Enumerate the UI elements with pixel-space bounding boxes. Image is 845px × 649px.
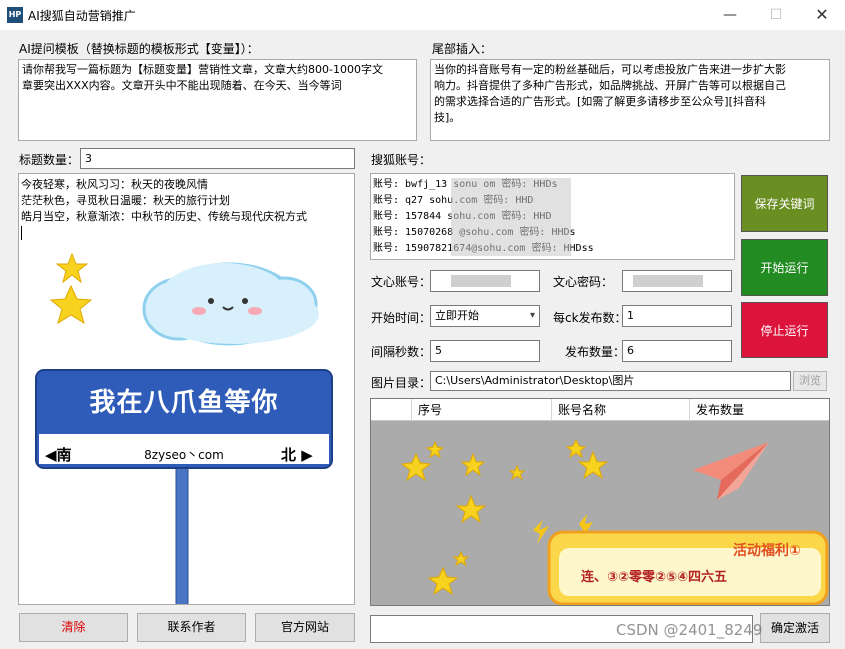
close-button[interactable]: ✕: [799, 0, 845, 30]
app-icon: HP: [7, 7, 23, 23]
watermark: CSDN @2401_8249: [616, 621, 763, 639]
image-dir-input[interactable]: C:\Users\Administrator\Desktop\图片: [430, 371, 791, 391]
maximize-button[interactable]: ☐: [753, 0, 799, 30]
sign-domain: 8zyseo丶com: [144, 448, 224, 462]
minimize-button[interactable]: —: [707, 0, 753, 30]
sign-right: 北 ▶: [281, 446, 313, 464]
publish-count-label: 发布数量：: [565, 345, 626, 359]
start-time-value: 立即开始: [435, 309, 479, 322]
star-icon: [565, 438, 587, 459]
promo-text: 连、③②零零②⑤④四六五: [581, 570, 728, 585]
star-icon: [577, 450, 609, 480]
start-time-select[interactable]: 立即开始 ▾: [430, 305, 540, 327]
wenxin-account-input[interactable]: [430, 270, 540, 292]
redaction-overlay: [451, 178, 571, 256]
window-title: AI搜狐自动营销推广: [28, 9, 136, 23]
results-table[interactable]: 序号 账号名称 发布数量 活动福利① 连、③②零零②⑤④四六五: [370, 398, 830, 606]
sign-left: ◀南: [45, 446, 72, 464]
prompt-template-textarea[interactable]: 请你帮我写一篇标题为【标题变量】营销性文章，文章大约800-1000字文 章要突…: [18, 59, 417, 141]
interval-input[interactable]: 5: [430, 340, 540, 362]
contact-author-button[interactable]: 联系作者: [137, 613, 246, 642]
official-website-button[interactable]: 官方网站: [255, 613, 355, 642]
stop-run-button[interactable]: 停止运行: [741, 302, 828, 358]
image-dir-label: 图片目录：: [371, 376, 432, 390]
chevron-down-icon: ▾: [529, 310, 535, 321]
star-icon: [427, 566, 459, 596]
browse-button[interactable]: 浏览: [793, 371, 827, 391]
publish-count-input[interactable]: 6: [622, 340, 732, 362]
clear-button[interactable]: 清除: [19, 613, 128, 642]
star-icon: [508, 464, 526, 481]
star-icon: [425, 440, 445, 459]
redaction-overlay: [451, 275, 511, 287]
star-icon: [455, 494, 487, 524]
wenxin-password-label: 文心密码：: [553, 275, 614, 289]
col-header-index[interactable]: 序号: [411, 399, 551, 421]
sohu-account-label: 搜狐账号：: [371, 153, 432, 167]
titles-textarea[interactable]: 今夜轻寒，秋风习习：秋天的夜晚风情 茫茫秋色，寻觅秋日温暖：秋天的旅行计划 皓月…: [18, 173, 355, 605]
save-keywords-button[interactable]: 保存关键词: [741, 175, 828, 232]
wenxin-account-label: 文心账号：: [371, 275, 432, 289]
tail-insert-textarea[interactable]: 当你的抖音账号有一定的粉丝基础后，可以考虑投放广告来进一步扩大影 响力。抖音提供…: [430, 59, 830, 141]
col-header-account[interactable]: 账号名称: [551, 399, 691, 421]
wenxin-password-input[interactable]: [622, 270, 732, 292]
star-icon: [460, 452, 486, 477]
star-icon: [452, 550, 470, 567]
title-bar: HP AI搜狐自动营销推广 — ☐ ✕: [0, 0, 845, 30]
redaction-overlay: [633, 275, 703, 287]
table-header: 序号 账号名称 发布数量: [371, 399, 829, 421]
start-time-label: 开始时间：: [371, 311, 432, 325]
title-count-label: 标题数量：: [19, 153, 80, 167]
cloud-icon: [142, 262, 319, 346]
tail-insert-label: 尾部插入：: [432, 42, 493, 56]
star-icon: [400, 452, 432, 482]
sign-title: 我在八爪鱼等你: [89, 388, 279, 418]
promo-title: 活动福利①: [733, 543, 801, 559]
prompt-template-label: AI提问模板（替换标题的模板形式【变量】）：: [19, 42, 259, 56]
paper-plane-icon: [693, 442, 769, 500]
star-icon: [49, 284, 93, 325]
per-ck-label: 每ck发布数：: [553, 311, 627, 325]
start-run-button[interactable]: 开始运行: [741, 239, 828, 296]
sohu-accounts-textarea[interactable]: 账号: bwfj_13 sonu om 密码: HHDs 账号: q27 soh…: [370, 173, 735, 260]
confirm-activate-button[interactable]: 确定激活: [760, 613, 830, 643]
col-header-publish[interactable]: 发布数量: [689, 399, 829, 421]
interval-label: 间隔秒数：: [371, 345, 432, 359]
star-icon: [55, 252, 89, 284]
title-count-input[interactable]: 3: [80, 148, 355, 169]
per-ck-input[interactable]: 1: [622, 305, 732, 327]
